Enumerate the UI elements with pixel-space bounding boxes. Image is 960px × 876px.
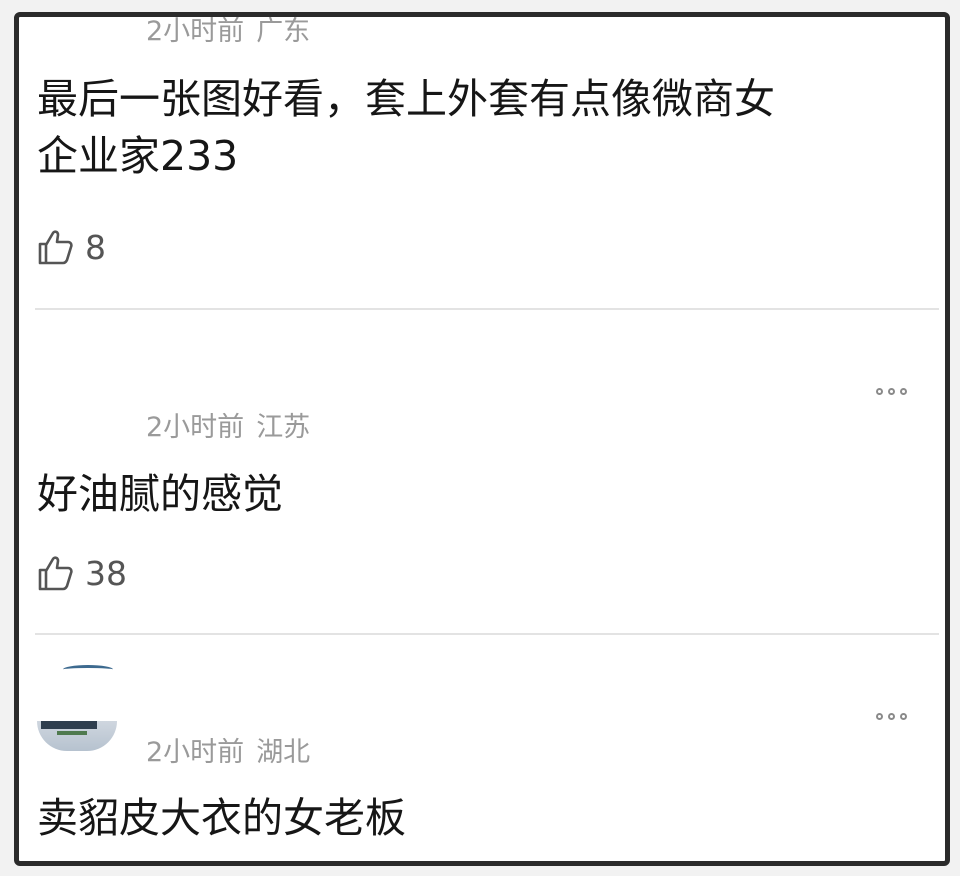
avatar[interactable] (63, 665, 113, 674)
divider (35, 308, 939, 310)
comments-panel: 2小时前 广东 最后一张图好看，套上外套有点像微商女 企业家233 8 2小时前江… (14, 12, 950, 866)
like-button[interactable]: 8 (37, 227, 106, 267)
thumbs-up-icon (38, 556, 73, 591)
comment-time: 2小时前 (146, 412, 245, 443)
comment-time: 2小时前 (146, 16, 245, 47)
comment-time: 2小时前 (146, 737, 245, 768)
comment-text-line: 最后一张图好看，套上外套有点像微商女 (37, 75, 775, 123)
comment-text: 卖貂皮大衣的女老板 (37, 794, 406, 842)
comment-location: 湖北 (256, 737, 311, 768)
like-button[interactable]: 38 (37, 553, 127, 593)
more-options-icon[interactable] (876, 386, 907, 396)
thumbs-up-icon (38, 230, 73, 265)
comment-location: 广东 (256, 16, 311, 47)
comment-meta: 2小时前 广东 (146, 16, 311, 48)
comment-text: 最后一张图好看，套上外套有点像微商女 企业家233 (37, 71, 917, 185)
avatar-image[interactable] (37, 721, 117, 751)
divider (35, 633, 939, 635)
more-options-icon[interactable] (876, 711, 907, 721)
comment-text: 好油腻的感觉 (37, 470, 283, 518)
comment-meta: 2小时前 江苏 (146, 405, 310, 444)
comment-location: 江苏 (256, 412, 311, 443)
like-count: 38 (85, 553, 127, 593)
comment-text-line: 企业家233 (37, 132, 239, 180)
like-count: 8 (85, 227, 106, 267)
comment-meta: 2小时前 湖北 (146, 730, 310, 769)
